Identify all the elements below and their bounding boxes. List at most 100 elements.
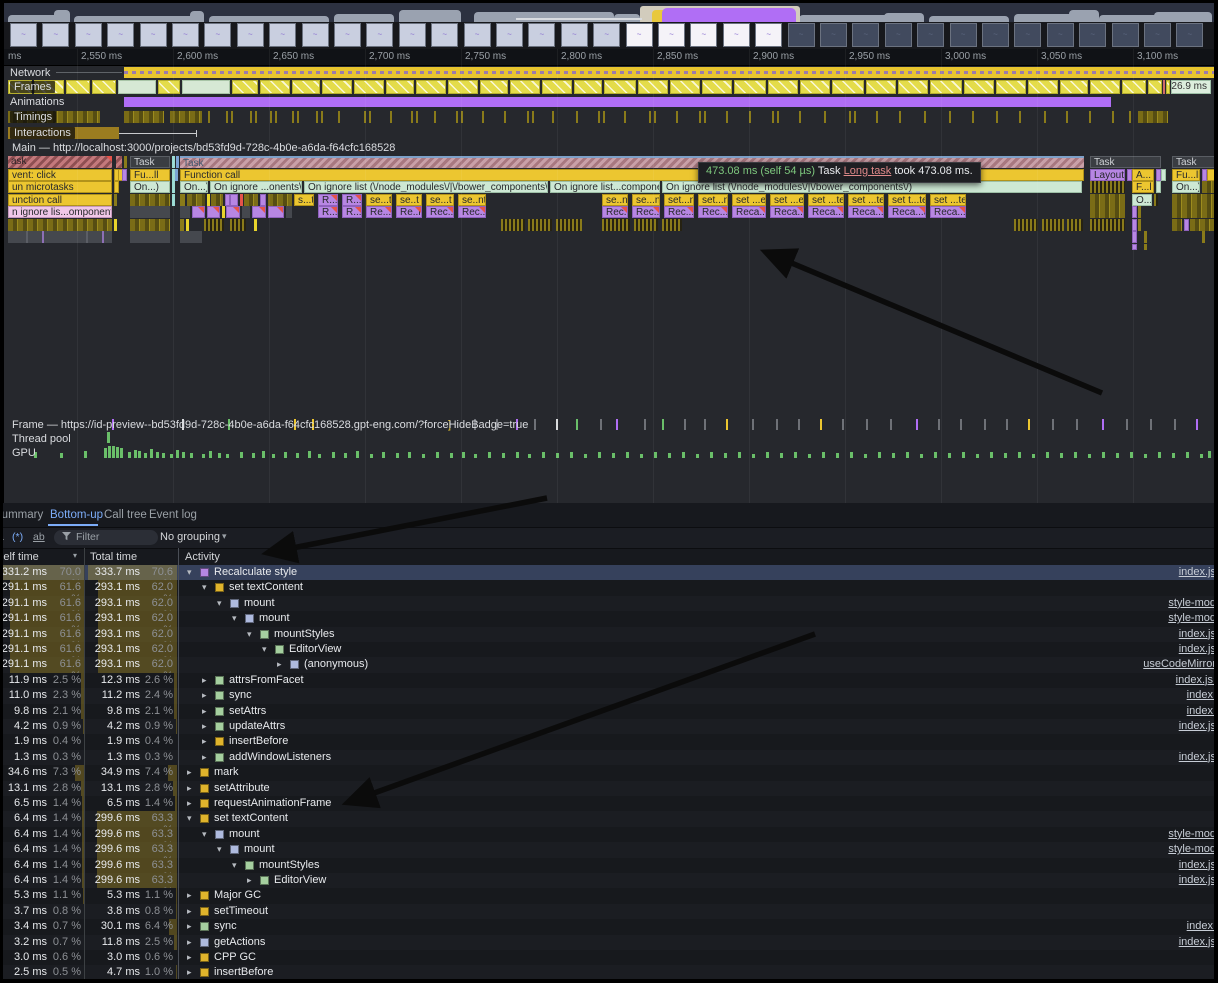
gpu-activity-bar[interactable]: [182, 452, 185, 458]
flame-event[interactable]: [114, 219, 117, 231]
flame-event[interactable]: [192, 206, 205, 218]
flame-event[interactable]: [180, 219, 184, 231]
frame-block[interactable]: [118, 80, 156, 94]
flame-event[interactable]: R...e: [342, 206, 362, 218]
gpu-activity-bar[interactable]: [1018, 452, 1021, 458]
frame-block[interactable]: [322, 80, 352, 94]
frame-block[interactable]: [996, 80, 1026, 94]
activity-label[interactable]: EditorView: [274, 874, 326, 886]
flame-event[interactable]: [180, 194, 185, 206]
gpu-activity-bar[interactable]: [682, 452, 685, 458]
frame-block[interactable]: [1148, 80, 1162, 94]
flame-event[interactable]: [1014, 219, 1038, 231]
screenshot-thumbnail[interactable]: ~: [528, 23, 555, 47]
screenshot-thumbnail[interactable]: ~: [1079, 23, 1106, 47]
flame-event[interactable]: [207, 206, 220, 218]
gpu-activity-bar[interactable]: [1172, 453, 1175, 458]
flame-event[interactable]: set ...tent: [930, 194, 966, 206]
timings-block[interactable]: [1138, 111, 1168, 123]
frame-block[interactable]: [354, 80, 384, 94]
timings-mark[interactable]: [676, 111, 678, 123]
flame-event[interactable]: [268, 194, 292, 206]
gpu-activity-bar[interactable]: [724, 453, 727, 458]
activity-label[interactable]: sync: [214, 920, 237, 932]
flame-event[interactable]: Task: [1090, 156, 1161, 168]
flame-event[interactable]: Rec..le: [458, 206, 486, 218]
gpu-activity-bar[interactable]: [488, 452, 491, 458]
timings-mark[interactable]: [1089, 111, 1091, 123]
timings-mark[interactable]: [849, 111, 851, 123]
frame-block[interactable]: [1060, 80, 1088, 94]
expander-icon[interactable]: ▸: [187, 890, 192, 901]
gpu-activity-bar[interactable]: [1186, 452, 1189, 458]
source-link[interactable]: index.js: [1179, 751, 1216, 763]
activity-label[interactable]: mount: [244, 597, 275, 609]
frame-block[interactable]: [800, 80, 830, 94]
gpu-activity-bar[interactable]: [710, 452, 713, 458]
screenshot-thumbnail[interactable]: ~: [885, 23, 912, 47]
gpu-activity-bar[interactable]: [822, 452, 825, 458]
flame-event[interactable]: [268, 206, 284, 218]
expander-icon[interactable]: ▾: [232, 613, 237, 624]
expander-icon[interactable]: ▸: [202, 690, 207, 701]
timings-mark[interactable]: [624, 111, 626, 123]
timings-mark[interactable]: [777, 111, 779, 123]
thread-pool-mark[interactable]: [107, 432, 110, 443]
screenshot-thumbnail[interactable]: ~: [593, 23, 620, 47]
gpu-activity-bar[interactable]: [528, 454, 531, 458]
activity-label[interactable]: (anonymous): [304, 658, 368, 670]
flame-event[interactable]: On...): [1172, 181, 1200, 193]
frame-block[interactable]: [1122, 80, 1146, 94]
activity-label[interactable]: updateAttrs: [229, 720, 285, 732]
flame-event[interactable]: [1156, 181, 1161, 193]
frame-block[interactable]: [66, 80, 90, 94]
expander-icon[interactable]: ▸: [187, 798, 192, 809]
flame-event[interactable]: se...nt: [632, 194, 660, 206]
gpu-activity-bar[interactable]: [976, 454, 979, 458]
gpu-activity-bar[interactable]: [296, 453, 299, 458]
source-link[interactable]: style-mod: [1168, 828, 1216, 840]
flame-event[interactable]: [1172, 206, 1218, 218]
col-activity[interactable]: Activity: [185, 551, 220, 563]
flame-event[interactable]: Rec...le: [426, 206, 454, 218]
flame-event[interactable]: [260, 194, 266, 206]
flame-event[interactable]: [1184, 219, 1189, 231]
gpu-activity-bar[interactable]: [808, 454, 811, 458]
gpu-activity-bar[interactable]: [272, 454, 275, 458]
gpu-activity-bar[interactable]: [934, 452, 937, 458]
gpu-activity-bar[interactable]: [462, 452, 465, 458]
gpu-activity-bar[interactable]: [396, 453, 399, 458]
gpu-activity-bar[interactable]: [626, 452, 629, 458]
screenshot-thumbnail[interactable]: ~: [1144, 23, 1171, 47]
expander-icon[interactable]: ▸: [187, 937, 192, 948]
frame-block[interactable]: [574, 80, 602, 94]
screenshot-thumbnail[interactable]: ~: [820, 23, 847, 47]
expander-icon[interactable]: ▸: [202, 752, 207, 763]
tab-call-tree[interactable]: Call tree: [104, 509, 147, 521]
activity-label[interactable]: mountStyles: [274, 628, 335, 640]
gpu-activity-bar[interactable]: [156, 452, 159, 458]
timings-mark[interactable]: [208, 111, 210, 123]
flame-event[interactable]: set ...tent: [848, 194, 884, 206]
table-row[interactable]: 291.1 ms61.6 %293.1 ms62.0 %▾set textCon…: [0, 580, 1218, 595]
flame-event[interactable]: [286, 206, 292, 218]
gpu-activity-bar[interactable]: [1158, 452, 1161, 458]
flame-event[interactable]: se...t: [366, 194, 392, 206]
frame-block[interactable]: [182, 80, 230, 94]
flame-event[interactable]: Rec...yle: [664, 206, 694, 218]
activity-label[interactable]: Major GC: [214, 889, 261, 901]
flame-event[interactable]: [1067, 219, 1083, 231]
screenshot-thumbnail[interactable]: ~: [140, 23, 167, 47]
gpu-activity-bar[interactable]: [668, 453, 671, 458]
gpu-activity-bar[interactable]: [640, 454, 643, 458]
flame-event[interactable]: set ...tent: [808, 194, 844, 206]
expander-icon[interactable]: ▾: [202, 829, 207, 840]
flame-event[interactable]: [204, 219, 224, 231]
source-link[interactable]: index.js: [1179, 936, 1216, 948]
source-link[interactable]: index.js: [1179, 643, 1216, 655]
gpu-activity-bar[interactable]: [474, 454, 477, 458]
flame-event[interactable]: s...t: [294, 194, 314, 206]
gpu-activity-bar[interactable]: [516, 452, 519, 458]
track-label-network[interactable]: Network: [10, 67, 50, 79]
timings-mark[interactable]: [390, 111, 392, 123]
